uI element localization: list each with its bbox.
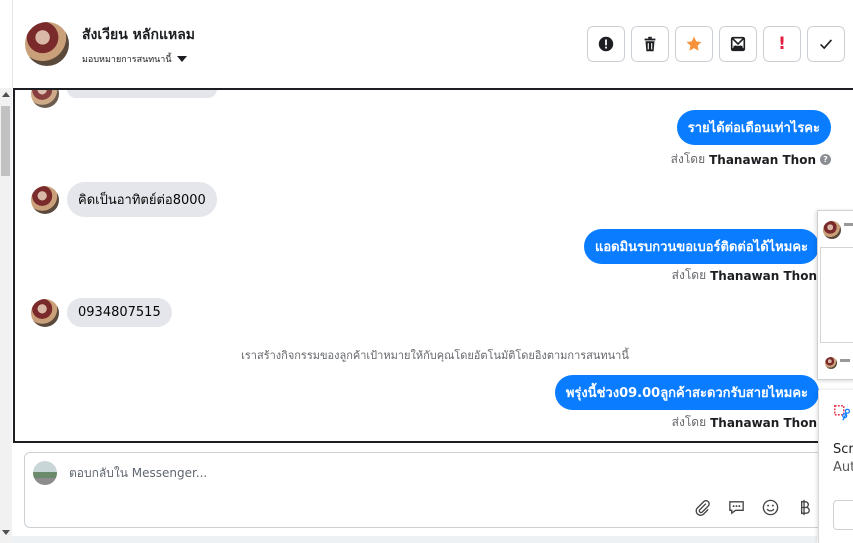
- composer-toolbar: [692, 497, 814, 517]
- message-thread[interactable]: รายได้ต่อเดือนเท่าไรคะ ส่งโดย Thanawan T…: [13, 88, 853, 443]
- assign-conversation-dropdown[interactable]: มอบหมายการสนทนานี้: [82, 52, 187, 66]
- attach-paperclip-icon[interactable]: [692, 497, 712, 517]
- scrollbar-thumb[interactable]: [1, 106, 10, 176]
- scroll-up-arrow-icon[interactable]: [2, 92, 10, 97]
- saved-replies-icon[interactable]: [726, 497, 746, 517]
- emoji-icon[interactable]: [760, 497, 780, 517]
- page-avatar: [33, 461, 57, 485]
- alert-circle-icon: [598, 36, 614, 52]
- mini-text-line: [840, 359, 850, 362]
- preview-body: [820, 247, 853, 343]
- partial-message-above: [31, 90, 217, 108]
- delete-button[interactable]: [631, 26, 669, 62]
- incoming-message[interactable]: 0934807515: [31, 298, 172, 327]
- sent-by-prefix: ส่งโดย: [670, 152, 706, 166]
- help-icon[interactable]: ?: [820, 154, 831, 165]
- sent-by-name: Thanawan Thon: [709, 152, 816, 167]
- check-icon: [820, 39, 833, 50]
- sent-by-prefix: ส่งโดย: [671, 268, 707, 282]
- envelope-icon: [730, 36, 746, 52]
- notification-action-button[interactable]: [833, 500, 853, 530]
- sent-by-name: Thanawan Thon: [710, 415, 817, 430]
- partial-message-bubble: [67, 90, 217, 98]
- left-scrollbar[interactable]: [0, 88, 12, 543]
- follow-up-button[interactable]: !: [763, 26, 801, 62]
- snipping-tool-icon: [834, 405, 851, 421]
- caret-down-icon: [176, 56, 187, 62]
- reply-input[interactable]: [69, 466, 669, 480]
- contact-name[interactable]: สังเวียน หลักแหลม: [82, 24, 195, 46]
- sender-avatar: [31, 185, 59, 214]
- notification-subtitle: Aut: [833, 460, 853, 475]
- message-bubble: คิดเป็นอาทิตย์ต่อ8000: [67, 182, 217, 217]
- conversation-header: สังเวียน หลักแหลม มอบหมายการสนทนานี้ !: [12, 0, 853, 88]
- mini-text-line: [844, 223, 853, 226]
- payment-baht-icon[interactable]: [794, 497, 814, 517]
- sent-by-label: ส่งโดย Thanawan Thon: [672, 413, 817, 432]
- sent-by-prefix: ส่งโดย: [671, 415, 707, 429]
- floating-chat-preview[interactable]: [817, 210, 853, 380]
- message-bubble: 0934807515: [67, 298, 172, 327]
- bottom-edge: [12, 536, 817, 543]
- header-actions: !: [587, 26, 845, 62]
- exclamation-icon: !: [778, 34, 786, 54]
- mark-done-button[interactable]: [807, 26, 845, 62]
- messenger-inbox-window: สังเวียน หลักแหลม มอบหมายการสนทนานี้ ! ร…: [0, 0, 853, 543]
- scroll-down-arrow-icon[interactable]: [2, 530, 10, 535]
- sent-by-name: Thanawan Thon: [710, 268, 817, 283]
- sender-avatar: [31, 90, 59, 108]
- trash-icon: [644, 36, 656, 52]
- mark-unread-button[interactable]: [719, 26, 757, 62]
- sent-by-label: ส่งโดย Thanawan Thon ?: [671, 150, 831, 169]
- snipping-tool-notification[interactable]: Scre Aut: [818, 390, 853, 543]
- contact-avatar[interactable]: [25, 22, 69, 66]
- star-button[interactable]: [675, 26, 713, 62]
- assign-label: มอบหมายการสนทนานี้: [82, 55, 172, 65]
- outgoing-message[interactable]: รายได้ต่อเดือนเท่าไรคะ: [676, 110, 831, 145]
- sent-by-label: ส่งโดย Thanawan Thon: [672, 266, 817, 285]
- mini-avatar: [825, 357, 837, 369]
- reply-composer: [24, 452, 829, 528]
- system-notice: เราสร้างกิจกรรมของลูกค้าเป้าหมายให้กับคุ…: [241, 349, 629, 362]
- mini-avatar: [823, 221, 841, 239]
- spam-alert-button[interactable]: [587, 26, 625, 62]
- sender-avatar: [31, 298, 59, 327]
- incoming-message[interactable]: คิดเป็นอาทิตย์ต่อ8000: [31, 182, 217, 217]
- outgoing-message[interactable]: พรุ่งนี้ช่วง09.00ลูกค้าสะดวกรับสายไหมคะ: [554, 375, 819, 410]
- notification-title: Scre: [833, 442, 853, 457]
- outgoing-message[interactable]: แอดมินรบกวนขอเบอร์ติดต่อได้ไหมคะ: [583, 229, 819, 264]
- star-icon: [686, 36, 702, 51]
